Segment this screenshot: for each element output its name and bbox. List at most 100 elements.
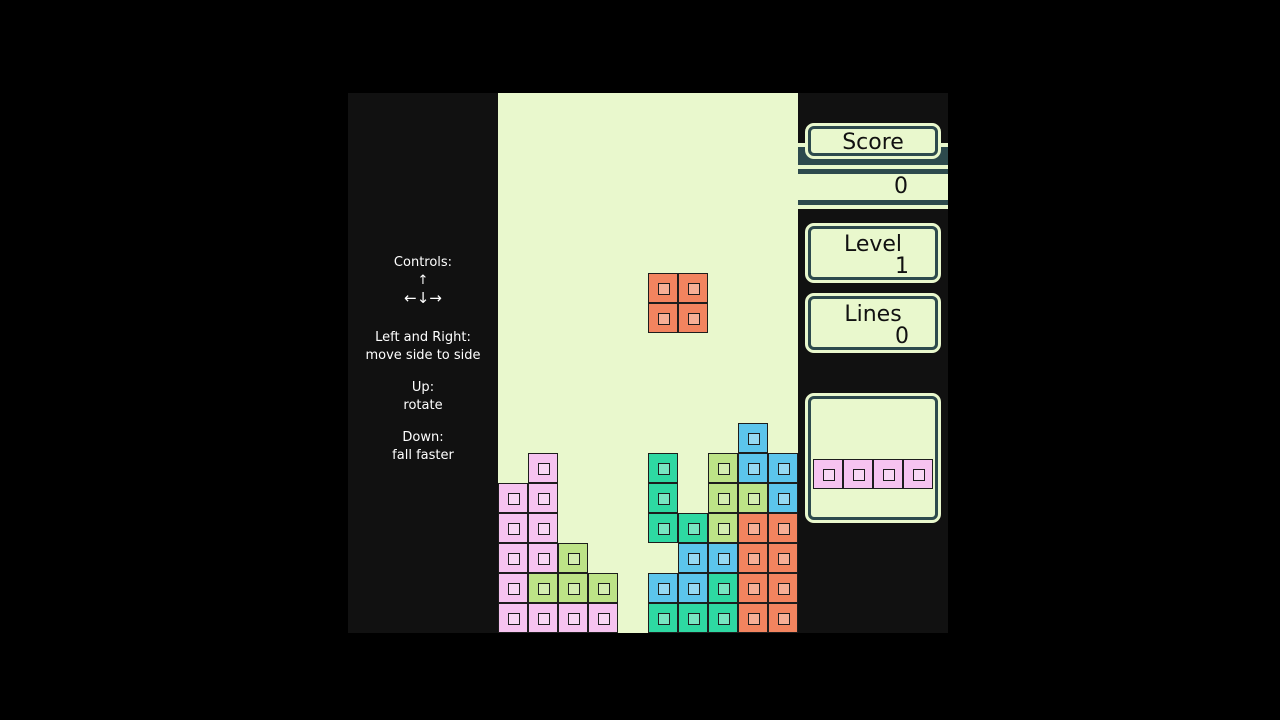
block-inner-square	[748, 613, 760, 625]
down-title: Down:	[402, 430, 444, 445]
level-value: 1	[895, 254, 909, 279]
block-inner-square	[778, 553, 790, 565]
locked-block	[738, 423, 768, 453]
block-inner-square	[778, 613, 790, 625]
locked-block	[768, 483, 798, 513]
block-inner-square	[688, 583, 700, 595]
controls-panel: Controls: ↑ ←↓→ Left and Right: move sid…	[348, 93, 498, 633]
locked-block	[738, 573, 768, 603]
locked-block	[528, 453, 558, 483]
block-inner-square	[508, 493, 520, 505]
block-inner-square	[538, 523, 550, 535]
block-inner-square	[748, 523, 760, 535]
block-inner-square	[823, 469, 835, 481]
level-label: Level	[843, 232, 903, 257]
block-inner-square	[568, 583, 580, 595]
next-piece-block	[843, 459, 873, 489]
up-desc: rotate	[403, 398, 443, 413]
locked-block	[648, 603, 678, 633]
block-inner-square	[778, 463, 790, 475]
locked-block	[648, 573, 678, 603]
locked-block	[768, 603, 798, 633]
locked-block	[528, 603, 558, 633]
block-inner-square	[688, 613, 700, 625]
stats-sidebar: 0 Score Level 1 Lines 0	[798, 93, 948, 633]
locked-block	[558, 603, 588, 633]
block-inner-square	[508, 583, 520, 595]
up-title: Up:	[411, 380, 435, 395]
locked-block	[528, 513, 558, 543]
arrow-keys-icon: ←↓→	[404, 289, 442, 307]
block-inner-square	[883, 469, 895, 481]
locked-block	[708, 513, 738, 543]
locked-block	[648, 513, 678, 543]
block-inner-square	[538, 583, 550, 595]
locked-block	[558, 573, 588, 603]
locked-block	[708, 573, 738, 603]
block-inner-square	[718, 553, 730, 565]
locked-block	[678, 513, 708, 543]
block-inner-square	[718, 613, 730, 625]
locked-block	[738, 543, 768, 573]
block-inner-square	[598, 583, 610, 595]
score-band-stripe	[798, 205, 948, 209]
score-value-strip: 0	[798, 174, 948, 200]
lines-label: Lines	[844, 302, 902, 327]
down-desc: fall faster	[392, 448, 454, 463]
block-inner-square	[538, 493, 550, 505]
next-piece-block	[903, 459, 933, 489]
locked-block	[648, 483, 678, 513]
locked-block	[498, 603, 528, 633]
locked-block	[738, 453, 768, 483]
controls-heading: Controls:	[393, 255, 453, 270]
falling-piece-block	[648, 303, 678, 333]
left-right-desc: move side to side	[365, 348, 481, 363]
lines-panel: Lines 0	[805, 293, 941, 353]
block-inner-square	[568, 553, 580, 565]
next-piece-block	[813, 459, 843, 489]
level-panel: Level 1	[805, 223, 941, 283]
locked-block	[588, 603, 618, 633]
game-board[interactable]	[498, 93, 798, 633]
locked-block	[738, 603, 768, 633]
block-inner-square	[658, 463, 670, 475]
block-inner-square	[748, 433, 760, 445]
block-inner-square	[748, 493, 760, 505]
locked-block	[708, 483, 738, 513]
locked-block	[768, 513, 798, 543]
locked-block	[498, 513, 528, 543]
block-inner-square	[598, 613, 610, 625]
block-inner-square	[688, 283, 700, 295]
block-inner-square	[748, 553, 760, 565]
locked-block	[648, 453, 678, 483]
lines-value: 0	[895, 324, 909, 349]
block-inner-square	[658, 523, 670, 535]
block-inner-square	[718, 523, 730, 535]
falling-piece-block	[648, 273, 678, 303]
block-inner-square	[718, 493, 730, 505]
block-inner-square	[688, 313, 700, 325]
locked-block	[588, 573, 618, 603]
block-inner-square	[748, 583, 760, 595]
block-inner-square	[688, 523, 700, 535]
block-inner-square	[718, 583, 730, 595]
block-inner-square	[658, 493, 670, 505]
locked-block	[498, 543, 528, 573]
block-inner-square	[778, 523, 790, 535]
locked-block	[528, 483, 558, 513]
falling-piece-block	[678, 273, 708, 303]
block-inner-square	[778, 583, 790, 595]
block-inner-square	[568, 613, 580, 625]
block-inner-square	[658, 283, 670, 295]
block-inner-square	[538, 463, 550, 475]
block-inner-square	[658, 583, 670, 595]
locked-block	[708, 453, 738, 483]
game-container: Controls: ↑ ←↓→ Left and Right: move sid…	[348, 93, 948, 633]
locked-block	[528, 543, 558, 573]
block-inner-square	[748, 463, 760, 475]
block-inner-square	[538, 553, 550, 565]
next-piece-panel	[805, 393, 941, 523]
block-inner-square	[718, 463, 730, 475]
block-inner-square	[508, 523, 520, 535]
locked-block	[738, 513, 768, 543]
